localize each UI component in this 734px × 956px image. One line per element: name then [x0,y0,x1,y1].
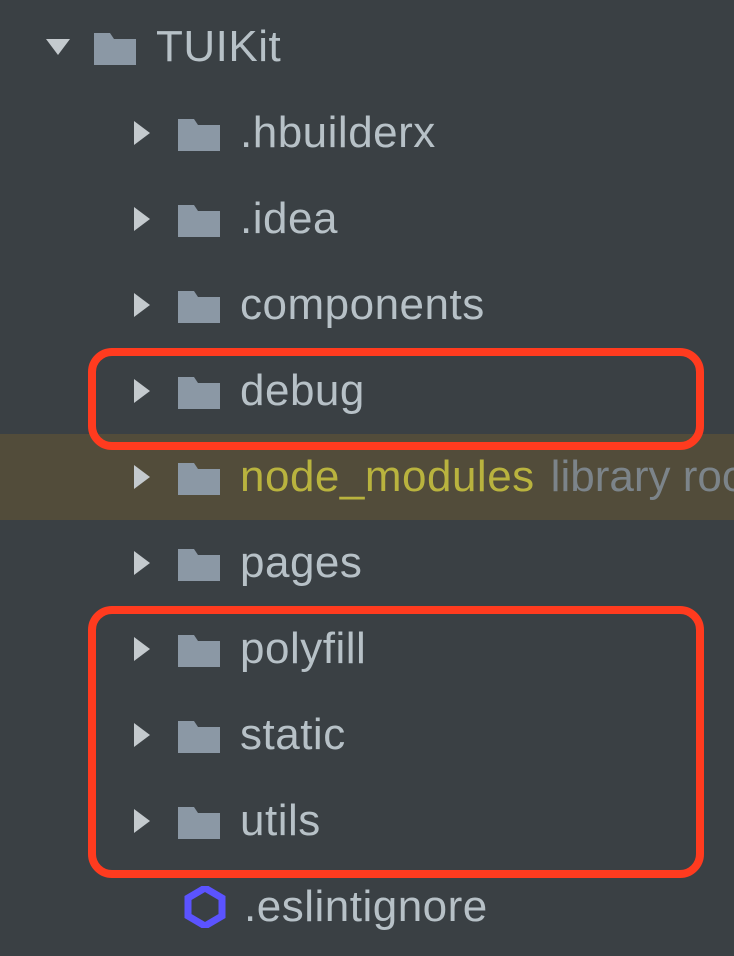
tree-item-label: .eslintignore [244,882,488,932]
chevron-right-icon [126,633,158,665]
folder-icon [176,543,222,583]
tree-item-pages[interactable]: pages [0,520,734,606]
tree-item-idea[interactable]: .idea [0,176,734,262]
tree-item-utils[interactable]: utils [0,778,734,864]
folder-icon [176,113,222,153]
tree-item-label: .hbuilderx [240,108,436,158]
tree-item-root[interactable]: TUIKit [0,4,734,90]
tree-item-label: .idea [240,194,338,244]
folder-icon [176,801,222,841]
tree-item-label: polyfill [240,624,366,674]
tree-item-suffix: library root [551,452,734,502]
tree-item-label: node_modules [240,452,535,502]
chevron-right-icon [126,719,158,751]
tree-item-hbuilderx[interactable]: .hbuilderx [0,90,734,176]
tree-item-node-modules[interactable]: node_modules library root [0,434,734,520]
folder-icon [176,715,222,755]
chevron-right-icon [126,805,158,837]
tree-item-eslintrc[interactable]: .eslintrc.js [0,950,734,956]
folder-icon [176,285,222,325]
chevron-right-icon [126,461,158,493]
chevron-right-icon [126,203,158,235]
tree-item-label: TUIKit [156,22,281,72]
tree-item-polyfill[interactable]: polyfill [0,606,734,692]
folder-icon [176,199,222,239]
chevron-right-icon [126,289,158,321]
tree-item-components[interactable]: components [0,262,734,348]
chevron-down-icon [42,31,74,63]
chevron-right-icon [126,547,158,579]
tree-item-label: debug [240,366,365,416]
tree-item-debug[interactable]: debug [0,348,734,434]
folder-icon [176,371,222,411]
tree-item-label: components [240,280,485,330]
chevron-right-icon [126,375,158,407]
folder-icon [176,629,222,669]
folder-icon [176,457,222,497]
tree-item-label: static [240,710,346,760]
project-tree: TUIKit .hbuilderx .idea components [0,0,734,956]
chevron-right-icon [126,117,158,149]
folder-icon [92,27,138,67]
tree-item-label: utils [240,796,321,846]
tree-item-label: pages [240,538,362,588]
hexagon-file-icon [184,886,226,928]
tree-item-eslintignore[interactable]: .eslintignore [0,864,734,950]
tree-item-static[interactable]: static [0,692,734,778]
